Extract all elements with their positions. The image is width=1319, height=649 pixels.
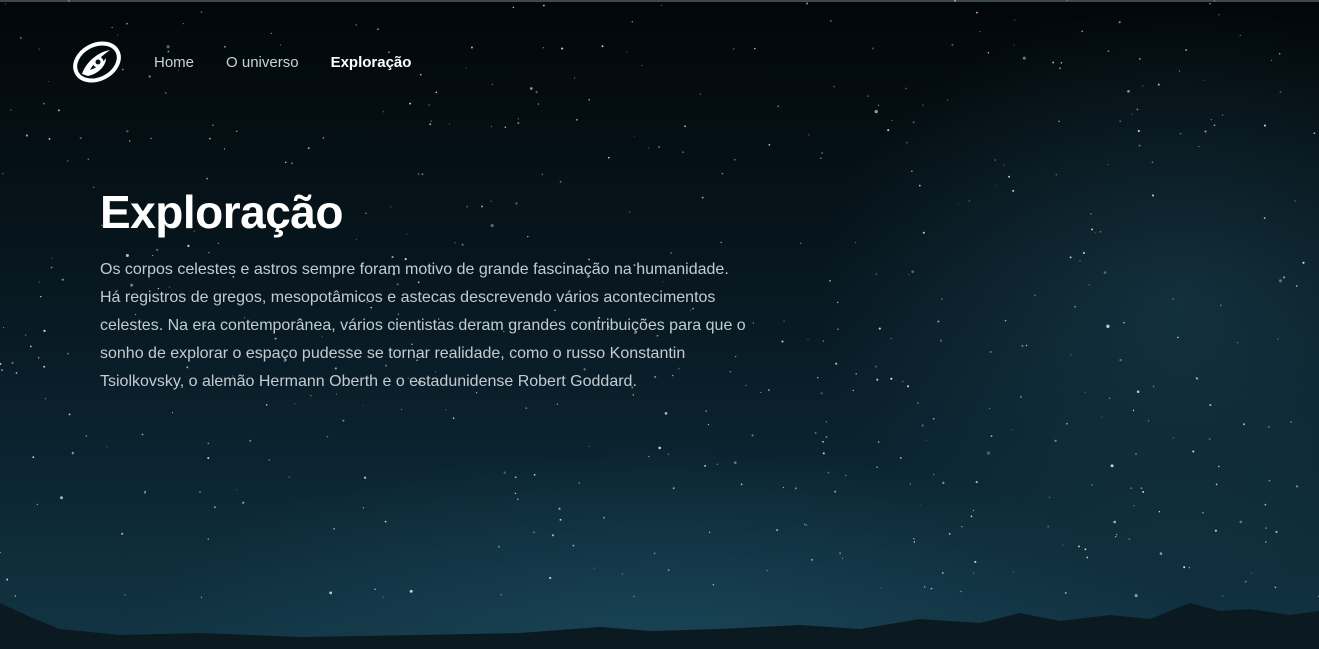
main-navigation: Home O universo Exploração: [72, 40, 443, 84]
nav-link-exploracao[interactable]: Exploração: [331, 54, 412, 71]
hero-paragraph: Os corpos celestes e astros sempre foram…: [100, 261, 746, 390]
nav-links: Home O universo Exploração: [154, 54, 443, 71]
hero-section: Exploração Os corpos celestes e astros s…: [100, 184, 750, 396]
nav-link-home[interactable]: Home: [154, 54, 194, 71]
swirl-logo-icon[interactable]: [72, 40, 122, 84]
nav-link-o-universo[interactable]: O universo: [226, 54, 299, 71]
page-title: Exploração: [100, 186, 344, 238]
mountain-silhouette: [0, 603, 1319, 649]
